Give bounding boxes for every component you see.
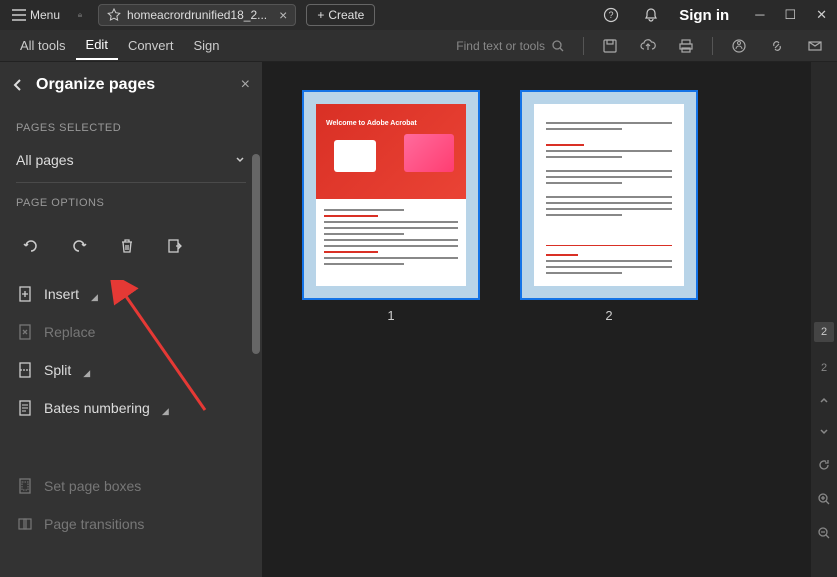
- bates-label: Bates numbering: [44, 400, 150, 416]
- extract-icon[interactable]: [164, 235, 186, 257]
- insert-label: Insert: [44, 286, 79, 302]
- insert-item[interactable]: Insert◢: [16, 275, 246, 313]
- delete-icon[interactable]: [116, 235, 138, 257]
- tab-all-tools[interactable]: All tools: [10, 32, 76, 59]
- bates-icon: [18, 399, 34, 417]
- page-boxes-icon: [18, 477, 34, 495]
- close-window-icon[interactable]: ✕: [816, 7, 827, 23]
- document-tab[interactable]: homeacrordrunified18_2... ×: [98, 4, 296, 26]
- rotate-left-icon[interactable]: [20, 235, 42, 257]
- cloud-upload-icon[interactable]: [636, 34, 660, 58]
- page-transitions-label: Page transitions: [44, 516, 144, 532]
- panel-close-icon[interactable]: ×: [241, 76, 250, 94]
- page-input[interactable]: 2: [821, 362, 827, 374]
- page1-headline: Welcome to Adobe Acrobat: [326, 120, 417, 127]
- sidebar-scrollbar[interactable]: [252, 154, 260, 354]
- thumb-label-1: 1: [387, 308, 394, 323]
- back-icon[interactable]: [12, 77, 24, 93]
- zoom-out-icon[interactable]: [817, 526, 831, 540]
- insert-icon: [18, 285, 34, 303]
- tab-title: homeacrordrunified18_2...: [127, 8, 267, 22]
- email-icon[interactable]: [803, 34, 827, 58]
- split-item[interactable]: Split◢: [16, 351, 246, 389]
- save-icon[interactable]: [598, 34, 622, 58]
- menu-button[interactable]: Menu: [4, 4, 68, 26]
- bates-item[interactable]: Bates numbering◢: [16, 389, 246, 427]
- share-icon[interactable]: [727, 34, 751, 58]
- maximize-icon[interactable]: ☐: [784, 7, 796, 23]
- pages-selected-label: PAGES SELECTED: [16, 122, 246, 134]
- help-icon[interactable]: ?: [599, 3, 623, 27]
- home-button[interactable]: [68, 3, 92, 27]
- pages-selected-dropdown[interactable]: All pages: [16, 144, 246, 183]
- page-options-label: PAGE OPTIONS: [16, 197, 246, 209]
- tab-convert[interactable]: Convert: [118, 32, 184, 59]
- create-label: Create: [328, 8, 364, 22]
- chevron-up-icon[interactable]: [818, 394, 830, 406]
- pages-selected-value: All pages: [16, 152, 74, 168]
- minimize-icon[interactable]: ─: [755, 7, 764, 23]
- organize-pages-panel: Organize pages × PAGES SELECTED All page…: [0, 62, 262, 577]
- split-label: Split: [44, 362, 71, 378]
- link-icon[interactable]: [765, 34, 789, 58]
- set-page-boxes-item[interactable]: Set page boxes: [16, 467, 246, 505]
- page-canvas: Welcome to Adobe Acrobat: [262, 62, 811, 577]
- signin-button[interactable]: Sign in: [679, 7, 729, 24]
- tab-sign[interactable]: Sign: [183, 32, 229, 59]
- set-page-boxes-label: Set page boxes: [44, 478, 141, 494]
- rotate-right-icon[interactable]: [68, 235, 90, 257]
- chevron-down-icon: [234, 154, 246, 166]
- replace-item[interactable]: Replace: [16, 313, 246, 351]
- refresh-icon[interactable]: [817, 458, 831, 472]
- split-icon: [18, 361, 34, 379]
- svg-text:?: ?: [609, 10, 614, 20]
- create-button[interactable]: + Create: [306, 4, 375, 26]
- plus-icon: +: [317, 8, 324, 22]
- titlebar: Menu homeacrordrunified18_2... × + Creat…: [0, 0, 837, 30]
- page-thumbnail-2[interactable]: [520, 90, 698, 300]
- print-icon[interactable]: [674, 34, 698, 58]
- panel-title: Organize pages: [36, 76, 241, 94]
- toolbar: All tools Edit Convert Sign Find text or…: [0, 30, 837, 62]
- page-thumbnail-1[interactable]: Welcome to Adobe Acrobat: [302, 90, 480, 300]
- search-input[interactable]: Find text or tools: [456, 39, 565, 53]
- page-indicator[interactable]: 2: [814, 322, 834, 342]
- menu-label: Menu: [30, 8, 60, 22]
- chevron-down-rail-icon[interactable]: [818, 426, 830, 438]
- hamburger-icon: [12, 9, 26, 21]
- tab-close-icon[interactable]: ×: [279, 8, 287, 22]
- replace-label: Replace: [44, 324, 95, 340]
- bell-icon[interactable]: [639, 3, 663, 27]
- search-icon: [551, 39, 565, 53]
- thumb-label-2: 2: [605, 308, 612, 323]
- tab-edit[interactable]: Edit: [76, 31, 118, 60]
- star-icon: [107, 8, 121, 22]
- page-transitions-item[interactable]: Page transitions: [16, 505, 246, 543]
- zoom-in-icon[interactable]: [817, 492, 831, 506]
- right-rail: 2 2: [811, 62, 837, 577]
- search-placeholder: Find text or tools: [456, 39, 545, 53]
- replace-icon: [18, 323, 34, 341]
- transitions-icon: [18, 515, 34, 533]
